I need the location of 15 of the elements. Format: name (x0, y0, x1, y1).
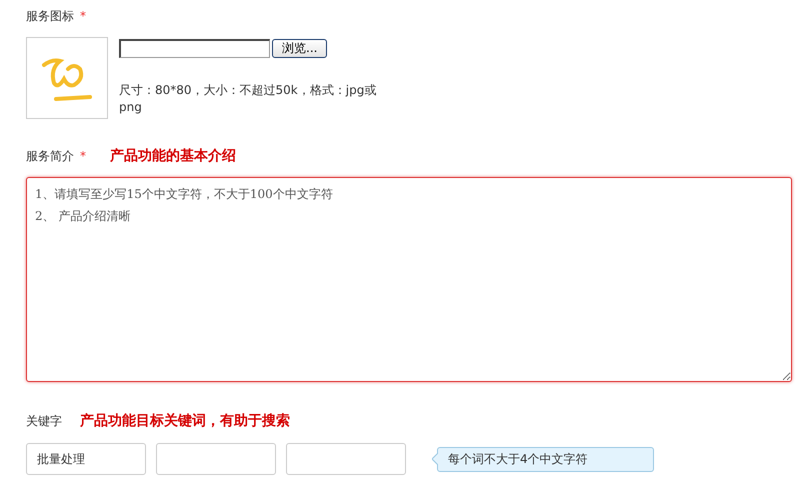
keyword-field[interactable] (156, 443, 276, 475)
keyword-field[interactable] (286, 443, 406, 475)
field-note: 产品功能目标关键词，有助于搜索 (80, 412, 290, 430)
browse-button[interactable]: 浏览... (272, 39, 328, 58)
file-path-field[interactable] (119, 39, 270, 58)
intro-text-area[interactable]: 1、请填写至少写15个中文字符，不大于100个中文字符 2、 产品介绍清晰 (26, 177, 792, 382)
field-label: 服务图标 (26, 8, 74, 25)
required-mark: * (80, 9, 86, 23)
size-hint: 尺寸：80*80，大小：不超过50k，格式：jpg或png (119, 82, 378, 116)
required-mark: * (80, 149, 86, 163)
keyword-tooltip: 每个词不大于4个中文字符 (437, 446, 654, 472)
keyword-field[interactable]: 批量处理 (26, 443, 146, 475)
field-note: 产品功能的基本介绍 (110, 147, 236, 165)
field-label: 服务简介 (26, 148, 74, 165)
field-label: 关键字 (26, 413, 62, 430)
